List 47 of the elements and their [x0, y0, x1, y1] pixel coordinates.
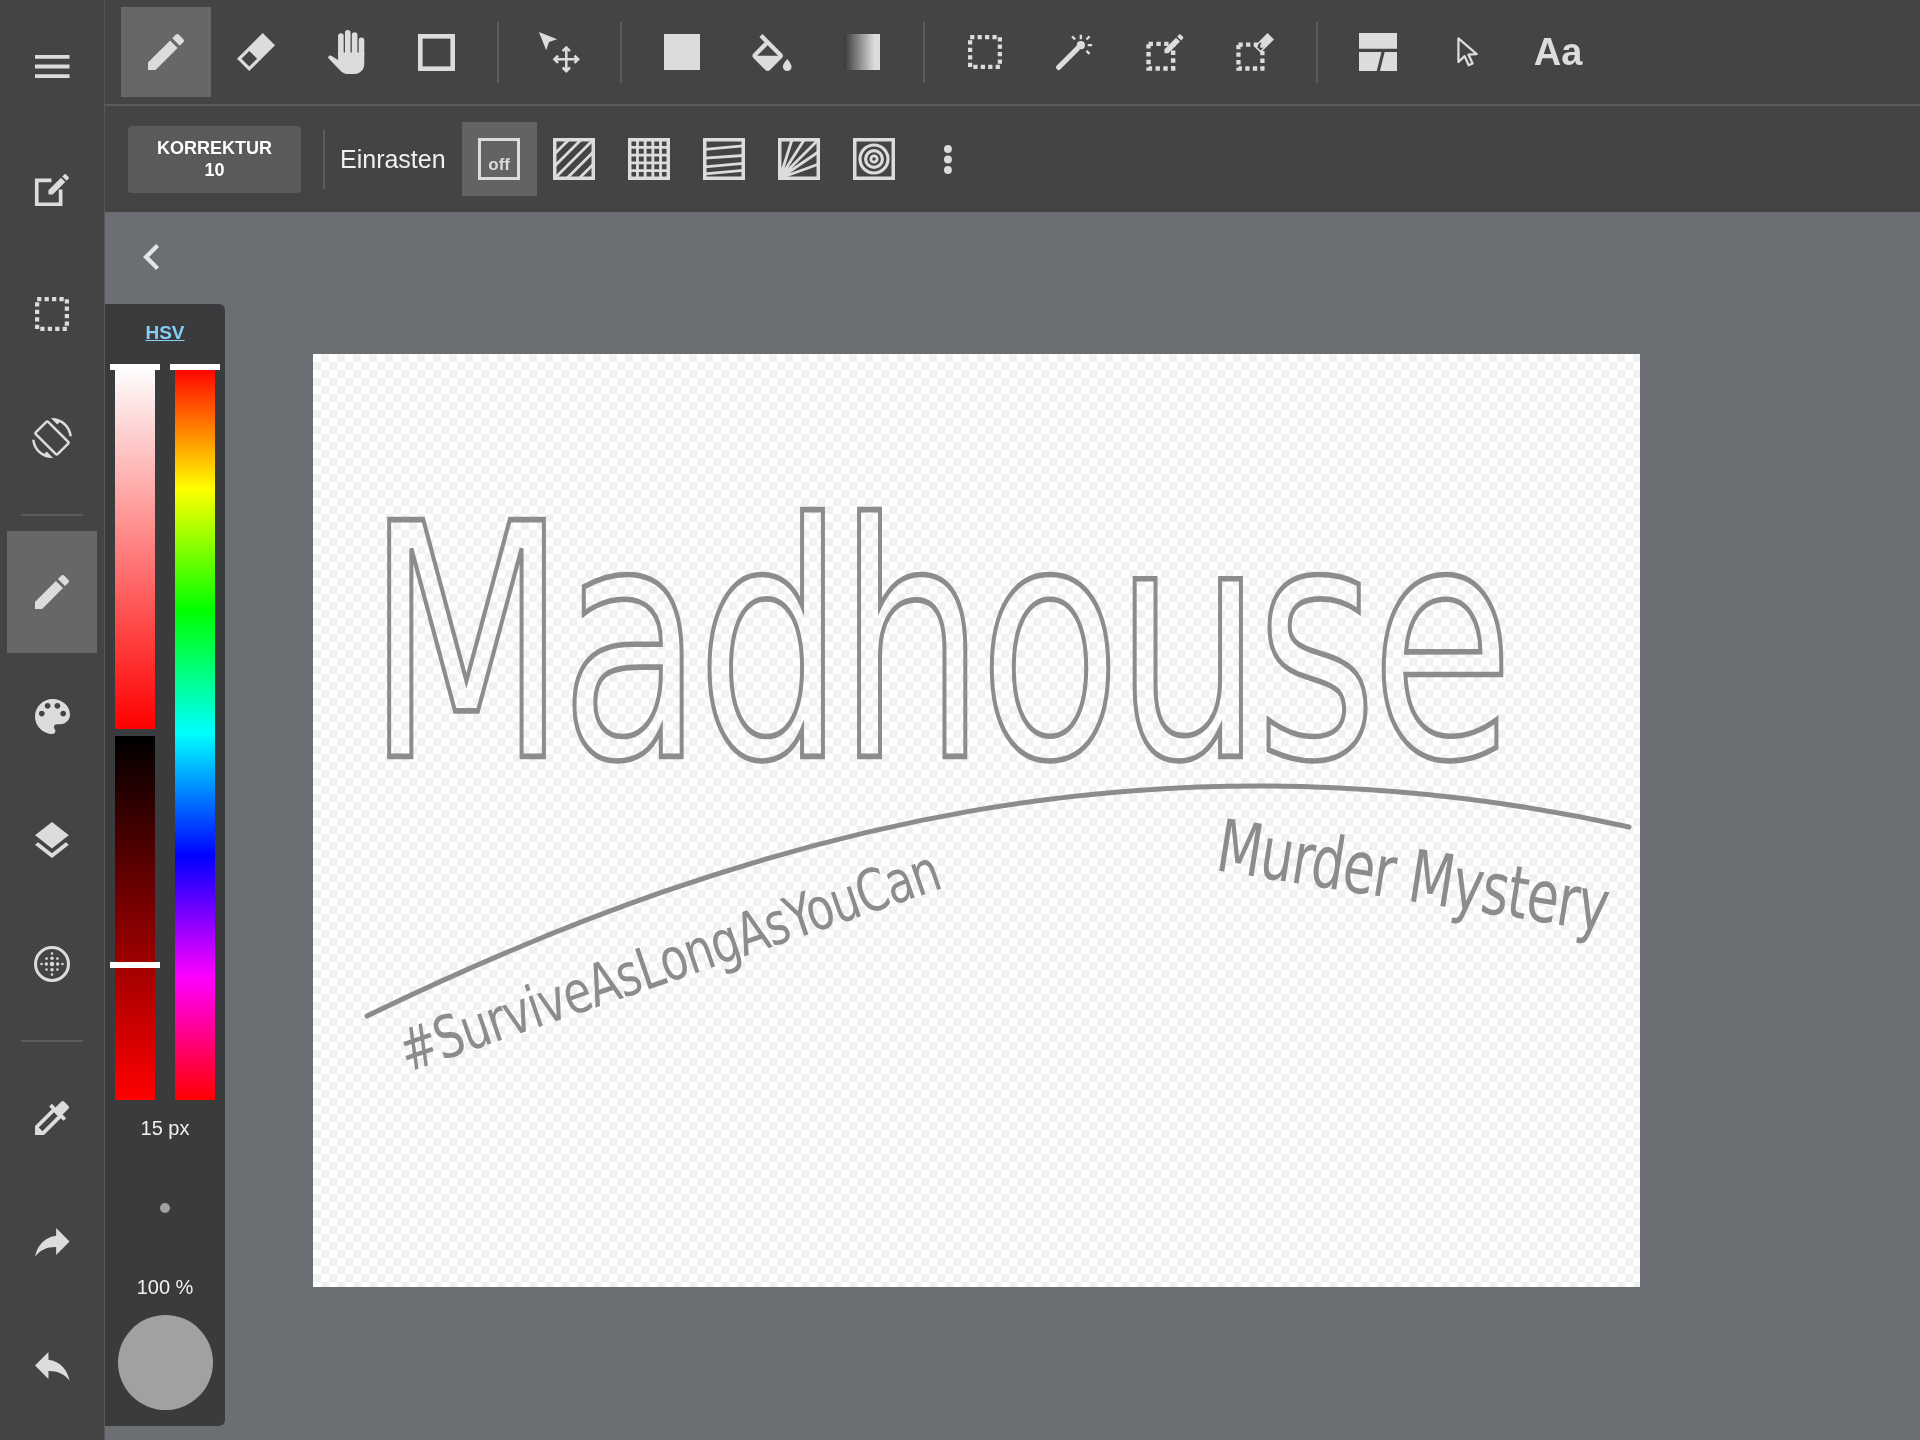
pencil-tool-button[interactable]: [121, 7, 211, 97]
menu-icon: [34, 54, 70, 78]
correction-button[interactable]: KORREKTUR 10: [128, 125, 301, 193]
grid-icon: [628, 138, 671, 180]
text-tool-button[interactable]: Aa: [1513, 7, 1603, 97]
hand-icon: [327, 30, 365, 74]
dotted-circle-icon: [34, 946, 70, 982]
panel-layout-icon: [1359, 33, 1397, 71]
dotted-rectangle-pencil-icon: [1146, 33, 1184, 71]
palette-icon: [34, 698, 70, 734]
pen-settings-button[interactable]: [7, 531, 97, 653]
slider-handle[interactable]: [170, 364, 220, 370]
chevron-left-icon: [142, 244, 160, 270]
undo-icon: [34, 1351, 70, 1381]
pencil-icon: [35, 575, 69, 609]
snap-off-button[interactable]: off: [461, 122, 537, 196]
opacity-label: 100 %: [136, 1275, 194, 1299]
slider-handle[interactable]: [110, 364, 160, 370]
filled-square-icon: [664, 34, 700, 70]
brush-dot-icon: [160, 1202, 170, 1213]
more-icon: [943, 144, 952, 174]
converging-lines-icon: [703, 138, 746, 180]
square-outline-icon: [417, 33, 455, 71]
edit-square-icon: [34, 173, 70, 207]
radial-lines-icon: [778, 138, 821, 180]
eraser-icon: [237, 33, 275, 71]
layers-icon: [35, 822, 69, 858]
cursor-icon: [1457, 37, 1479, 67]
cursor-move-icon: [538, 31, 580, 73]
redo-icon: [34, 1227, 70, 1257]
brush-size-label: 15 px: [140, 1116, 190, 1140]
hsv-mode-link[interactable]: HSV: [145, 322, 185, 344]
concentric-circles-icon: [853, 138, 896, 180]
magic-wand-icon: [1056, 34, 1094, 70]
handwritten-title: Madhouse: [366, 508, 1508, 782]
eyedropper-icon: [35, 1101, 69, 1135]
dotted-rectangle-icon: [35, 297, 69, 331]
paint-bucket-icon: [752, 33, 792, 71]
parallel-lines-icon: [553, 138, 596, 180]
pencil-icon: [148, 34, 184, 70]
handwritten-subtitle: Murder Mystery: [1212, 809, 1614, 943]
snap-label: Einrasten: [340, 144, 446, 174]
dotted-rectangle-icon: [968, 35, 1002, 69]
gradient-icon: [844, 34, 880, 70]
screen-rotation-icon: [32, 418, 72, 458]
slider-handle[interactable]: [110, 962, 160, 969]
dotted-rectangle-eraser-icon: [1235, 33, 1275, 71]
